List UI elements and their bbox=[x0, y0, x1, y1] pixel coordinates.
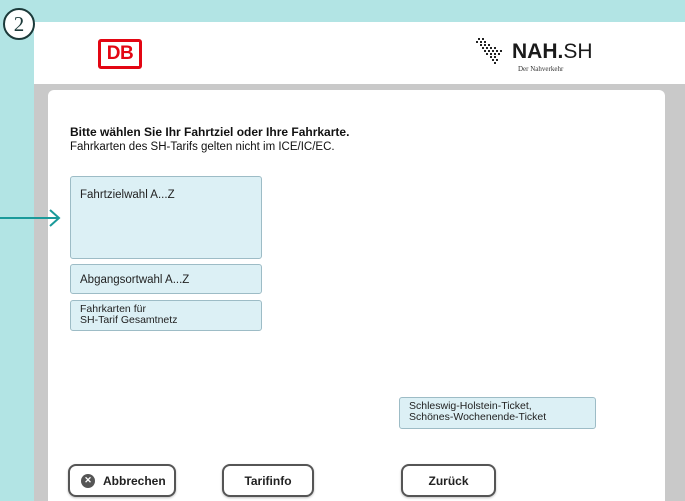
sh-tarif-tickets-button[interactable]: Fahrkarten für SH-Tarif Gesamtnetz bbox=[70, 300, 262, 331]
sh-map-icon bbox=[476, 38, 502, 64]
tarifinfo-button-label: Tarifinfo bbox=[244, 473, 292, 488]
step-number: 2 bbox=[13, 11, 25, 36]
close-circle-icon: ✕ bbox=[81, 473, 95, 488]
nah-sh-wordmark: NAH.SH bbox=[512, 40, 593, 63]
departure-selection-button[interactable]: Abgangsortwahl A...Z bbox=[70, 264, 262, 294]
sh-ticket-button[interactable]: Schleswig-Holstein-Ticket, Schönes-Woche… bbox=[399, 397, 596, 429]
sh-ticket-label-line2: Schönes-Wochenende-Ticket bbox=[409, 411, 547, 424]
destination-selection-button[interactable]: Fahrtzielwahl A...Z bbox=[70, 176, 262, 259]
nah-sh-tagline: Der Nahverkehr bbox=[518, 65, 564, 73]
back-button-label: Zurück bbox=[428, 473, 469, 488]
tarifinfo-button[interactable]: Tarifinfo bbox=[222, 464, 314, 497]
arrow-right-icon bbox=[0, 209, 61, 227]
page-title: Bitte wählen Sie Ihr Fahrtziel oder Ihre… bbox=[70, 125, 350, 139]
main-panel: Bitte wählen Sie Ihr Fahrtziel oder Ihre… bbox=[48, 90, 665, 501]
step-number-badge: 2 bbox=[3, 8, 35, 40]
destination-selection-label: Fahrtzielwahl A...Z bbox=[80, 189, 175, 201]
back-button[interactable]: Zurück bbox=[401, 464, 496, 497]
sh-tarif-label-line2: SH-Tarif Gesamtnetz bbox=[80, 314, 178, 327]
cancel-button-label: Abbrechen bbox=[103, 473, 166, 488]
departure-selection-label: Abgangsortwahl A...Z bbox=[80, 274, 190, 286]
db-logo: DB bbox=[98, 39, 142, 69]
cancel-button[interactable]: ✕ Abbrechen bbox=[68, 464, 176, 497]
page-subtitle: Fahrkarten des SH-Tarifs gelten nicht im… bbox=[70, 141, 335, 153]
nah-sh-logo: NAH.SH Der Nahverkehr bbox=[472, 34, 612, 78]
header-bar: DB NAH.SH Der Nahverkehr bbox=[34, 22, 685, 84]
